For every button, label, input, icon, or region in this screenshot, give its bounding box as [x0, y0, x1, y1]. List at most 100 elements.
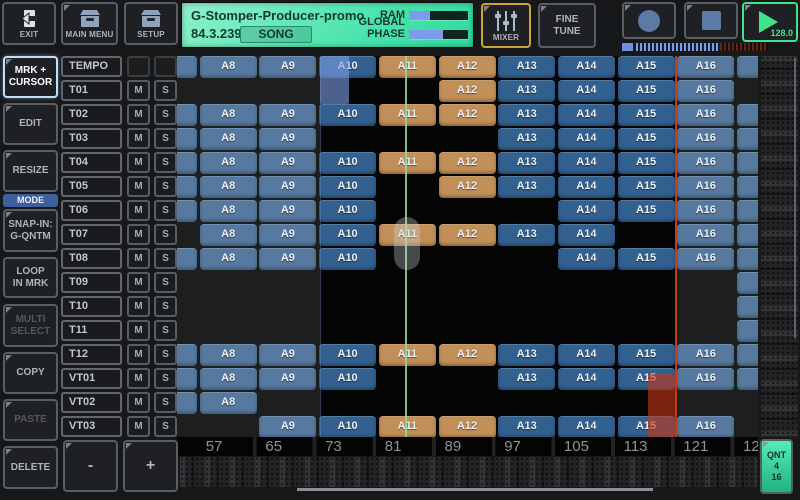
mute-button[interactable]: M	[127, 320, 150, 341]
grid-cell[interactable]: A8	[200, 200, 257, 222]
mute-button[interactable]: M	[127, 224, 150, 245]
track-label[interactable]: VT03	[61, 416, 122, 437]
track-label[interactable]: T03	[61, 128, 122, 149]
mute-button[interactable]: M	[127, 80, 150, 101]
grid-cell[interactable]: A14	[558, 344, 615, 366]
grid-cell[interactable]: A8	[200, 152, 257, 174]
sidebar-item-edit[interactable]: EDIT	[3, 103, 58, 145]
grid-cell[interactable]: A14	[558, 200, 615, 222]
track-label[interactable]: TEMPO	[61, 56, 122, 77]
grid-cell[interactable]: A15	[618, 344, 675, 366]
grid-cell[interactable]	[177, 176, 197, 198]
track-label[interactable]: T09	[61, 272, 122, 293]
grid-cell[interactable]: A15	[618, 104, 675, 126]
grid-cell[interactable]: A10	[319, 104, 376, 126]
grid-cell[interactable]: A8	[200, 368, 257, 390]
grid-cell[interactable]: A13	[498, 224, 555, 246]
solo-button[interactable]: S	[154, 248, 177, 269]
zoom-out-button[interactable]: -	[63, 440, 118, 492]
solo-button[interactable]: S	[154, 272, 177, 293]
mute-button[interactable]: M	[127, 128, 150, 149]
track-label[interactable]: T08	[61, 248, 122, 269]
grid-cell[interactable]: A10	[319, 200, 376, 222]
grid-cell[interactable]: A8	[200, 248, 257, 270]
grid-cell[interactable]: A15	[618, 128, 675, 150]
grid-cell[interactable]: A13	[498, 176, 555, 198]
grid-cell[interactable]: A9	[259, 176, 316, 198]
grid-cell[interactable]: A14	[558, 104, 615, 126]
grid-cell[interactable]: A13	[498, 104, 555, 126]
sidebar-item-delete[interactable]: DELETE	[3, 446, 58, 489]
grid-cell[interactable]	[177, 56, 197, 78]
grid-cell[interactable]: A8	[200, 128, 257, 150]
grid-cell[interactable]: A9	[259, 128, 316, 150]
grid-cell[interactable]: A9	[259, 152, 316, 174]
grid-cell[interactable]: A16	[677, 56, 734, 78]
grid-cell[interactable]	[177, 344, 197, 366]
track-label[interactable]: T10	[61, 296, 122, 317]
mute-button[interactable]	[127, 56, 150, 77]
grid-cell[interactable]: A13	[498, 128, 555, 150]
grid-cell[interactable]: A9	[259, 248, 316, 270]
grid-cell[interactable]: A8	[200, 104, 257, 126]
grid-cell[interactable]: A10	[319, 152, 376, 174]
setup-button[interactable]: SETUP	[124, 2, 178, 45]
track-label[interactable]: T02	[61, 104, 122, 125]
grid-cell[interactable]: A14	[558, 368, 615, 390]
play-button[interactable]: 128.0	[742, 2, 798, 42]
mute-button[interactable]: M	[127, 200, 150, 221]
track-label[interactable]: T01	[61, 80, 122, 101]
grid-cell[interactable]: A10	[319, 344, 376, 366]
track-label[interactable]: VT01	[61, 368, 122, 389]
grid-cell[interactable]	[737, 296, 758, 318]
grid-cell[interactable]: A15	[618, 200, 675, 222]
solo-button[interactable]: S	[154, 176, 177, 197]
mixer-button[interactable]: MIXER	[481, 3, 531, 48]
grid-cell[interactable]	[737, 200, 758, 222]
grid-cell[interactable]: A16	[677, 344, 734, 366]
mute-button[interactable]: M	[127, 344, 150, 365]
sidebar-item-copy[interactable]: COPY	[3, 352, 58, 394]
grid-cell[interactable]: A12	[439, 416, 496, 437]
grid-cell[interactable]: A11	[379, 56, 436, 78]
timeline-ruler[interactable]: 576573818997105113121129	[177, 437, 758, 456]
solo-button[interactable]: S	[154, 152, 177, 173]
grid-cell[interactable]	[177, 392, 197, 414]
grid-cell[interactable]: A14	[558, 128, 615, 150]
grid-cell[interactable]: A16	[677, 248, 734, 270]
grid-cell[interactable]	[177, 128, 197, 150]
solo-button[interactable]: S	[154, 104, 177, 125]
right-marker-overlay[interactable]	[648, 374, 677, 437]
grid-cell[interactable]: A14	[558, 56, 615, 78]
arrangement-grid[interactable]: A8A9A10A11A12A13A14A15A16A12A13A14A15A16…	[177, 56, 758, 437]
grid-cell[interactable]: A13	[498, 152, 555, 174]
grid-cell[interactable]: A14	[558, 224, 615, 246]
vertical-scrollbar[interactable]	[761, 56, 798, 437]
solo-button[interactable]	[154, 56, 177, 77]
grid-cell[interactable]: A12	[439, 224, 496, 246]
grid-cell[interactable]	[737, 248, 758, 270]
grid-cell[interactable]: A9	[259, 56, 316, 78]
grid-cell[interactable]: A10	[319, 416, 376, 437]
track-label[interactable]: T06	[61, 200, 122, 221]
grid-cell[interactable]: A12	[439, 56, 496, 78]
grid-cell[interactable]: A14	[558, 80, 615, 102]
grid-cell[interactable]: A9	[259, 104, 316, 126]
grid-cell[interactable]	[737, 176, 758, 198]
grid-cell[interactable]: A16	[677, 368, 734, 390]
grid-cell[interactable]: A15	[618, 176, 675, 198]
grid-cell[interactable]	[737, 368, 758, 390]
track-label[interactable]: T12	[61, 344, 122, 365]
grid-cell[interactable]	[737, 152, 758, 174]
grid-cell[interactable]	[177, 152, 197, 174]
solo-button[interactable]: S	[154, 224, 177, 245]
grid-cell[interactable]: A9	[259, 344, 316, 366]
mute-button[interactable]: M	[127, 296, 150, 317]
grid-cell[interactable]: A9	[259, 368, 316, 390]
grid-cell[interactable]: A14	[558, 416, 615, 437]
grid-cell[interactable]	[737, 128, 758, 150]
grid-cell[interactable]: A9	[259, 224, 316, 246]
track-label[interactable]: T04	[61, 152, 122, 173]
grid-cell[interactable]	[177, 200, 197, 222]
qnt-button[interactable]: QNT 4 16	[760, 439, 793, 494]
